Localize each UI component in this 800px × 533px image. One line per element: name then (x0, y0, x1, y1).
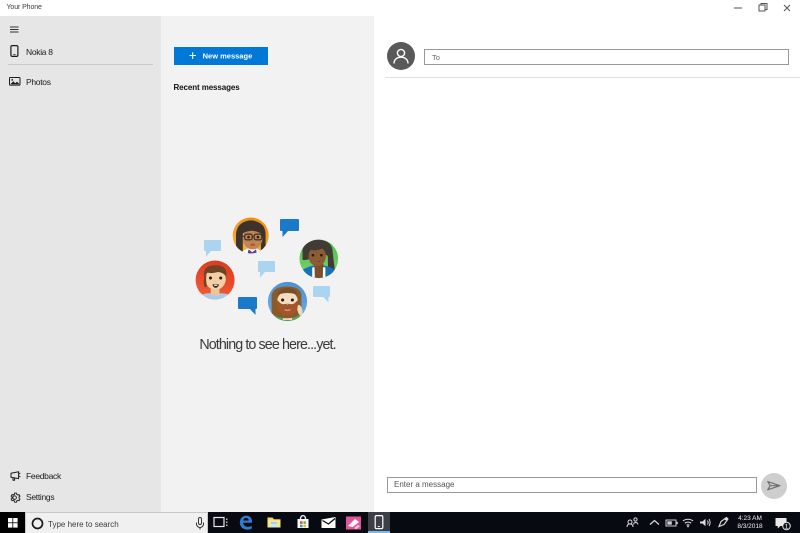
svg-text:1: 1 (785, 524, 789, 531)
